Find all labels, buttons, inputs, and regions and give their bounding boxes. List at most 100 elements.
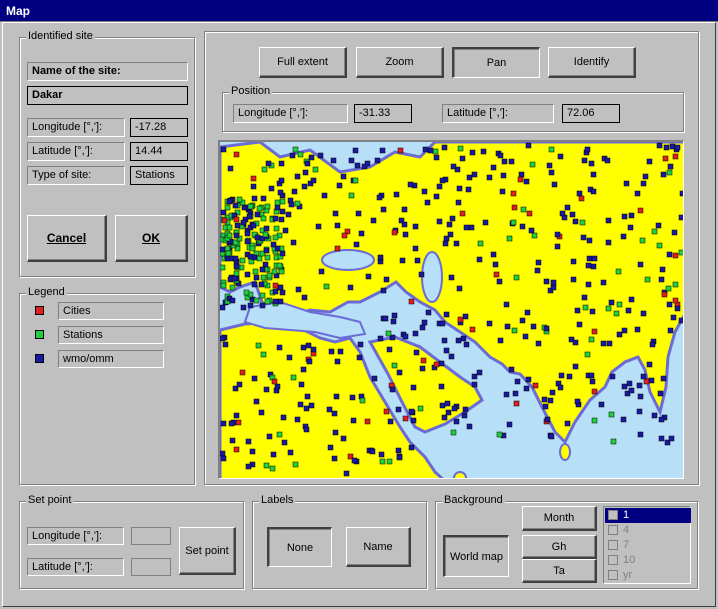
- site-marker[interactable]: [281, 439, 288, 446]
- site-marker[interactable]: [298, 381, 305, 388]
- site-marker[interactable]: [637, 393, 644, 400]
- site-marker[interactable]: [347, 284, 354, 291]
- site-marker[interactable]: [420, 357, 427, 364]
- site-marker[interactable]: [500, 172, 507, 179]
- checkbox-icon[interactable]: [608, 540, 618, 550]
- site-marker[interactable]: [427, 147, 434, 154]
- site-marker[interactable]: [303, 405, 310, 412]
- site-marker[interactable]: [277, 284, 284, 291]
- site-marker[interactable]: [308, 154, 315, 161]
- site-marker[interactable]: [501, 158, 508, 165]
- site-marker[interactable]: [639, 237, 646, 244]
- site-marker[interactable]: [266, 433, 273, 440]
- site-marker[interactable]: [441, 337, 448, 344]
- site-marker[interactable]: [610, 438, 617, 445]
- site-marker[interactable]: [480, 148, 487, 155]
- site-marker[interactable]: [661, 291, 668, 298]
- site-marker[interactable]: [443, 347, 450, 354]
- month-list-item[interactable]: 4: [605, 523, 691, 538]
- site-marker[interactable]: [513, 400, 520, 407]
- site-marker[interactable]: [672, 153, 679, 160]
- site-marker[interactable]: [412, 245, 419, 252]
- site-marker[interactable]: [436, 183, 443, 190]
- site-marker[interactable]: [233, 446, 240, 453]
- site-marker[interactable]: [566, 373, 573, 380]
- site-marker[interactable]: [402, 333, 409, 340]
- site-marker[interactable]: [535, 259, 542, 266]
- window-title-bar[interactable]: Map: [0, 0, 718, 22]
- site-marker[interactable]: [391, 229, 398, 236]
- site-marker[interactable]: [459, 155, 466, 162]
- site-marker[interactable]: [497, 152, 504, 159]
- site-marker[interactable]: [245, 463, 252, 470]
- site-marker[interactable]: [305, 342, 312, 349]
- site-marker[interactable]: [370, 217, 377, 224]
- site-marker[interactable]: [626, 380, 633, 387]
- site-marker[interactable]: [249, 245, 256, 252]
- site-marker[interactable]: [259, 292, 266, 299]
- site-marker[interactable]: [616, 301, 623, 308]
- site-marker[interactable]: [490, 251, 497, 258]
- site-marker[interactable]: [300, 344, 307, 351]
- site-marker[interactable]: [225, 250, 232, 257]
- site-marker[interactable]: [301, 294, 308, 301]
- site-marker[interactable]: [450, 163, 457, 170]
- checkbox-icon[interactable]: [608, 510, 618, 520]
- site-marker[interactable]: [306, 358, 313, 365]
- site-marker[interactable]: [277, 298, 284, 305]
- site-marker[interactable]: [508, 158, 515, 165]
- site-marker[interactable]: [651, 228, 658, 235]
- site-marker[interactable]: [590, 171, 597, 178]
- site-marker[interactable]: [605, 239, 612, 246]
- cancel-button[interactable]: Cancel: [27, 215, 107, 262]
- month-list-item[interactable]: 10: [605, 553, 691, 568]
- site-marker[interactable]: [379, 147, 386, 154]
- site-marker[interactable]: [658, 435, 665, 442]
- site-marker[interactable]: [450, 429, 457, 436]
- site-marker[interactable]: [637, 261, 644, 268]
- site-marker[interactable]: [628, 212, 635, 219]
- site-marker[interactable]: [530, 323, 537, 330]
- site-marker[interactable]: [658, 416, 665, 423]
- site-marker[interactable]: [456, 285, 463, 292]
- checkbox-icon[interactable]: [608, 555, 618, 565]
- site-marker[interactable]: [247, 302, 254, 309]
- site-marker[interactable]: [574, 398, 581, 405]
- month-button[interactable]: Month: [522, 506, 597, 531]
- site-marker[interactable]: [352, 147, 359, 154]
- site-marker[interactable]: [387, 418, 394, 425]
- site-marker[interactable]: [364, 418, 371, 425]
- site-marker[interactable]: [262, 261, 269, 268]
- site-marker[interactable]: [660, 171, 667, 178]
- site-marker[interactable]: [657, 390, 664, 397]
- site-marker[interactable]: [304, 160, 311, 167]
- site-marker[interactable]: [332, 429, 339, 436]
- site-marker[interactable]: [279, 289, 286, 296]
- site-marker[interactable]: [528, 227, 535, 234]
- site-marker[interactable]: [448, 353, 455, 360]
- site-marker[interactable]: [659, 266, 666, 273]
- site-marker[interactable]: [318, 268, 325, 275]
- site-marker[interactable]: [442, 240, 449, 247]
- site-marker[interactable]: [421, 319, 428, 326]
- site-marker[interactable]: [278, 268, 285, 275]
- set-point-longitude-input[interactable]: [131, 527, 171, 545]
- site-marker[interactable]: [222, 341, 229, 348]
- site-marker[interactable]: [229, 437, 236, 444]
- site-marker[interactable]: [656, 242, 663, 249]
- site-marker[interactable]: [443, 311, 450, 318]
- site-marker[interactable]: [249, 448, 256, 455]
- site-marker[interactable]: [646, 158, 653, 165]
- site-marker[interactable]: [615, 268, 622, 275]
- site-marker[interactable]: [412, 223, 419, 230]
- site-marker[interactable]: [285, 211, 292, 218]
- site-marker[interactable]: [265, 160, 272, 167]
- site-marker[interactable]: [412, 330, 419, 337]
- site-marker[interactable]: [390, 318, 397, 325]
- site-marker[interactable]: [297, 401, 304, 408]
- site-marker[interactable]: [468, 224, 475, 231]
- month-list-item[interactable]: 7: [605, 538, 691, 553]
- site-marker[interactable]: [233, 412, 240, 419]
- site-marker[interactable]: [239, 257, 246, 264]
- site-marker[interactable]: [439, 177, 446, 184]
